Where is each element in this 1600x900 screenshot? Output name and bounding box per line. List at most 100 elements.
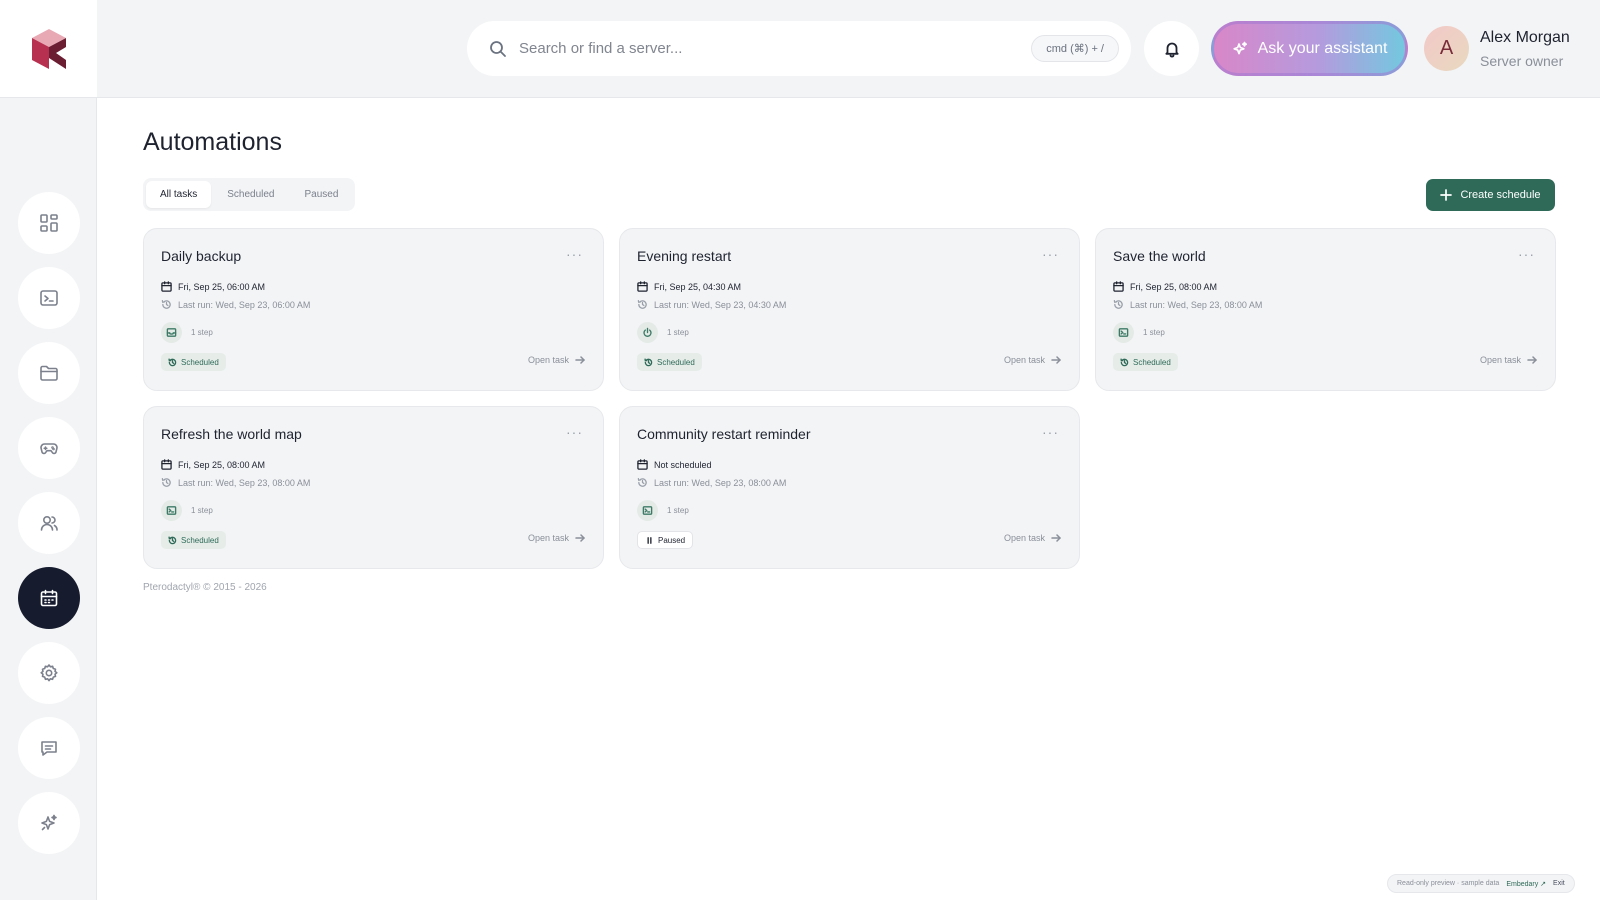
sidebar-item-games[interactable]: [18, 417, 80, 479]
arrow-right-icon: [1051, 356, 1061, 364]
users-icon: [40, 515, 58, 531]
more-options-icon[interactable]: ···: [1042, 424, 1059, 440]
plus-icon: [1440, 189, 1453, 201]
tab-all-tasks[interactable]: All tasks: [146, 181, 212, 208]
more-options-icon[interactable]: ···: [566, 424, 583, 440]
sidebar-item-console[interactable]: [18, 267, 80, 329]
arrow-right-icon: [575, 534, 585, 542]
next-run-text: Fri, Sep 25, 06:00 AM: [178, 281, 266, 292]
create-schedule-label: Create schedule: [1460, 189, 1541, 201]
history-icon: [1113, 300, 1123, 309]
sidebar-nav: [18, 192, 80, 854]
gear-icon: [40, 664, 58, 682]
next-run: Fri, Sep 25, 04:30 AM: [637, 281, 741, 292]
main-content: Automations All tasks Scheduled Paused C…: [97, 98, 1600, 900]
task-card[interactable]: Refresh the world map ··· Fri, Sep 25, 0…: [143, 406, 604, 569]
tab-scheduled[interactable]: Scheduled: [213, 181, 288, 208]
last-run: Last run: Wed, Sep 23, 08:00 AM: [637, 477, 786, 488]
sidebar-item-files[interactable]: [18, 342, 80, 404]
search-input[interactable]: [519, 40, 1032, 57]
grid-icon: [40, 214, 58, 232]
calendar-icon: [161, 281, 172, 292]
last-run-text: Last run: Wed, Sep 23, 08:00 AM: [1130, 299, 1263, 310]
history-icon: [168, 535, 177, 544]
sidebar-item-users[interactable]: [18, 492, 80, 554]
step-icon: [161, 322, 182, 343]
open-task-label: Open task: [1003, 355, 1045, 365]
step-count-text: 1 step: [191, 328, 213, 337]
open-task-link[interactable]: Open task: [1004, 355, 1061, 365]
status-badge: Scheduled: [637, 353, 702, 371]
status-badge: Scheduled: [161, 353, 226, 371]
step-count-text: 1 step: [1143, 328, 1165, 337]
task-card[interactable]: Save the world ··· Fri, Sep 25, 08:00 AM…: [1095, 228, 1556, 391]
status-badge: Scheduled: [161, 531, 226, 549]
search-icon: [490, 40, 506, 57]
search-bar[interactable]: cmd (⌘) + /: [467, 21, 1131, 76]
status-text: Scheduled: [181, 357, 219, 367]
sidebar: [0, 0, 97, 900]
history-icon: [644, 357, 653, 366]
create-schedule-button[interactable]: Create schedule: [1426, 179, 1555, 211]
filter-tabs: All tasks Scheduled Paused: [143, 178, 356, 211]
pause-icon: [647, 536, 652, 544]
topbar: cmd (⌘) + / Ask your assistant A Alex Mo…: [97, 0, 1600, 98]
next-run: Fri, Sep 25, 08:00 AM: [161, 459, 265, 470]
next-run: Not scheduled: [637, 459, 712, 470]
more-options-icon[interactable]: ···: [1518, 246, 1535, 262]
user-name[interactable]: Alex Morgan: [1480, 29, 1570, 47]
last-run-text: Last run: Wed, Sep 23, 06:00 AM: [178, 299, 311, 310]
next-run-text: Fri, Sep 25, 04:30 AM: [654, 281, 742, 292]
sidebar-item-messages[interactable]: [18, 717, 80, 779]
status-text: Scheduled: [657, 357, 695, 367]
last-run-text: Last run: Wed, Sep 23, 08:00 AM: [178, 477, 311, 488]
sidebar-item-assistant[interactable]: [18, 792, 80, 854]
step-count: 1 step: [161, 500, 213, 521]
last-run: Last run: Wed, Sep 23, 08:00 AM: [1113, 299, 1262, 310]
calendar-icon: [637, 459, 648, 470]
last-run: Last run: Wed, Sep 23, 04:30 AM: [637, 299, 786, 310]
pterodactyl-cube-logo-icon: [31, 28, 66, 69]
more-options-icon[interactable]: ···: [1042, 246, 1059, 262]
open-task-link[interactable]: Open task: [528, 355, 585, 365]
sidebar-item-dashboard[interactable]: [18, 192, 80, 254]
history-icon: [1120, 357, 1129, 366]
last-run-text: Last run: Wed, Sep 23, 04:30 AM: [654, 299, 787, 310]
next-run: Fri, Sep 25, 08:00 AM: [1113, 281, 1217, 292]
open-task-link[interactable]: Open task: [528, 533, 585, 543]
last-run-text: Last run: Wed, Sep 23, 08:00 AM: [654, 477, 787, 488]
last-run: Last run: Wed, Sep 23, 06:00 AM: [161, 299, 310, 310]
terminal-icon: [1118, 328, 1129, 337]
status-badge: Scheduled: [1113, 353, 1178, 371]
sidebar-item-schedules[interactable]: [18, 567, 80, 629]
task-card[interactable]: Evening restart ··· Fri, Sep 25, 04:30 A…: [619, 228, 1080, 391]
calendar-icon: [40, 589, 58, 607]
open-task-link[interactable]: Open task: [1480, 355, 1537, 365]
step-count-text: 1 step: [667, 506, 689, 515]
preview-exit-button[interactable]: Exit: [1553, 880, 1565, 887]
task-card[interactable]: Daily backup ··· Fri, Sep 25, 06:00 AM L…: [143, 228, 604, 391]
task-title: Daily backup: [161, 248, 242, 264]
ask-assistant-button[interactable]: Ask your assistant: [1211, 21, 1408, 76]
task-card[interactable]: Community restart reminder ··· Not sched…: [619, 406, 1080, 569]
step-count: 1 step: [637, 500, 689, 521]
sparkle-icon: [41, 814, 57, 831]
next-run-text: Not scheduled: [654, 459, 712, 470]
arrow-right-icon: [1051, 534, 1061, 542]
notifications-button[interactable]: [1144, 21, 1199, 76]
step-icon: [161, 500, 182, 521]
open-task-link[interactable]: Open task: [1004, 533, 1061, 543]
more-options-icon[interactable]: ···: [566, 246, 583, 262]
sidebar-item-settings[interactable]: [18, 642, 80, 704]
step-icon: [637, 322, 658, 343]
avatar[interactable]: A: [1424, 26, 1469, 71]
step-count: 1 step: [161, 322, 213, 343]
task-title: Evening restart: [637, 248, 732, 264]
ask-assistant-label: Ask your assistant: [1257, 39, 1388, 57]
tab-paused[interactable]: Paused: [291, 181, 353, 208]
history-icon: [161, 478, 171, 487]
open-task-label: Open task: [1479, 355, 1521, 365]
logo[interactable]: [0, 0, 97, 98]
preview-link[interactable]: Embedary ↗: [1506, 880, 1546, 888]
footer-copyright: Pterodactyl® © 2015 - 2026: [143, 582, 267, 593]
